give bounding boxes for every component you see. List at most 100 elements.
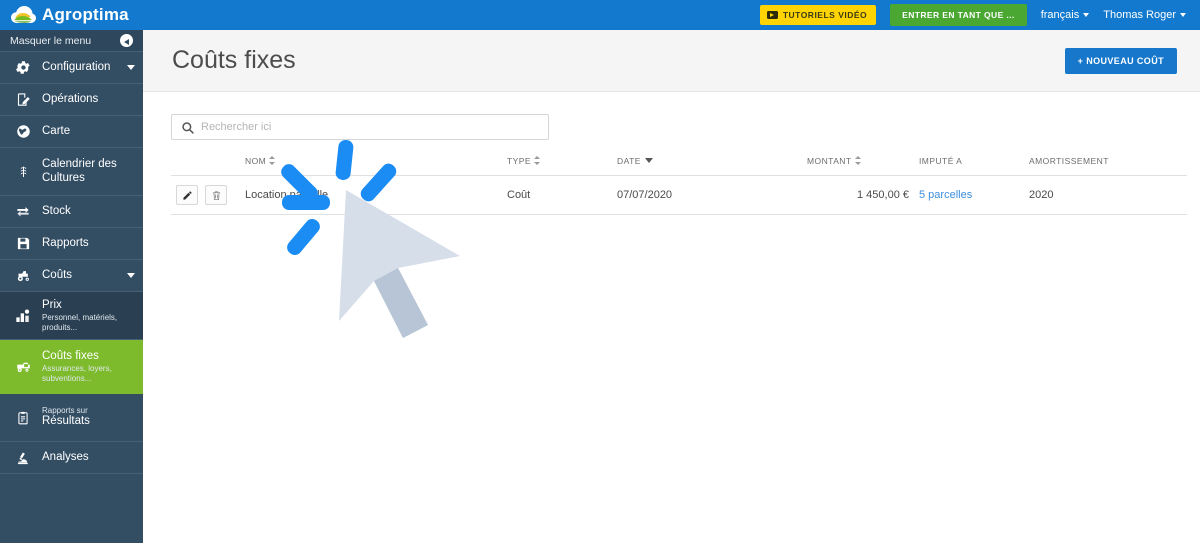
sidebar-item-prix[interactable]: Prix Personnel, matériels, produits... xyxy=(0,292,143,340)
table-header-row: NOM TYPE DATE MONTANT IMPUTÉ A AMORTISSE… xyxy=(171,156,1187,176)
column-type-label: TYPE xyxy=(507,156,532,166)
language-selector[interactable]: français xyxy=(1041,9,1090,21)
user-menu[interactable]: Thomas Roger xyxy=(1103,9,1186,21)
impute-a-link[interactable]: 5 parcelles xyxy=(919,189,972,201)
sidebar-item-text: Coûts xyxy=(42,269,72,282)
transfer-arrows-icon xyxy=(12,204,34,219)
fixed-cost-icon xyxy=(12,359,34,374)
caret-down-icon xyxy=(1180,13,1186,17)
sidebar-item-label: Calendrier des Cultures xyxy=(42,158,117,184)
sort-both-icon xyxy=(854,156,862,165)
sidebar-item-text: Carte xyxy=(42,125,70,138)
document-icon xyxy=(12,410,34,426)
row-actions xyxy=(171,175,245,215)
cell-date: 07/07/2020 xyxy=(617,175,807,215)
gear-icon xyxy=(12,60,34,75)
sidebar-item-label: Configuration xyxy=(42,60,111,73)
sidebar-item-text: Opérations xyxy=(42,93,98,106)
collapse-circle-icon xyxy=(120,34,133,47)
column-date[interactable]: DATE xyxy=(617,156,807,176)
column-nom-label: NOM xyxy=(245,156,267,166)
search-input[interactable] xyxy=(172,115,548,139)
fixed-costs-table: NOM TYPE DATE MONTANT IMPUTÉ A AMORTISSE… xyxy=(171,156,1187,215)
sidebar-item-stock[interactable]: Stock xyxy=(0,196,143,228)
sidebar-item-label: Coûts fixes xyxy=(42,350,99,363)
sidebar-item-couts-fixes[interactable]: Coûts fixes Assurances, loyers, subventi… xyxy=(0,340,143,394)
sidebar-item-sublabel: Personnel, matériels, produits... xyxy=(42,313,118,332)
language-label: français xyxy=(1040,9,1080,21)
sidebar-item-rapports[interactable]: Rapports xyxy=(0,228,143,260)
delete-row-button[interactable] xyxy=(205,185,228,205)
trash-icon xyxy=(211,190,222,201)
sidebar-item-label: Prix xyxy=(42,299,62,312)
edit-row-button[interactable] xyxy=(176,185,198,205)
sidebar-item-text: Stock xyxy=(42,205,71,218)
new-cost-button[interactable]: + NOUVEAU COÛT xyxy=(1064,47,1177,74)
sidebar-item-label: Coûts xyxy=(42,268,73,281)
main-content: Coûts fixes + NOUVEAU COÛT Rechercher ic… xyxy=(143,30,1200,543)
enter-as-button[interactable]: ENTRER EN TANT QUE ... xyxy=(890,4,1027,26)
globe-icon xyxy=(12,124,34,139)
column-amortissement: AMORTISSEMENT xyxy=(1029,156,1187,176)
sidebar-item-configuration[interactable]: Configuration xyxy=(0,52,143,84)
cell-type: Coût xyxy=(507,175,617,215)
hide-menu-label: Masquer le menu xyxy=(10,34,92,47)
column-amortissement-label: AMORTISSEMENT xyxy=(1029,156,1109,166)
column-impute-a: IMPUTÉ A xyxy=(909,156,1029,176)
table-header: NOM TYPE DATE MONTANT IMPUTÉ A AMORTISSE… xyxy=(171,156,1187,176)
sidebar-item-text: Calendrier des Cultures xyxy=(42,158,135,184)
sort-both-icon xyxy=(534,156,541,165)
column-impute-a-label: IMPUTÉ A xyxy=(919,156,963,166)
save-report-icon xyxy=(12,236,34,251)
caret-down-icon xyxy=(1083,13,1090,17)
sidebar-item-label: Analyses xyxy=(42,450,89,463)
column-nom[interactable]: NOM xyxy=(245,156,507,176)
page-title: Coûts fixes xyxy=(172,46,296,74)
sidebar: Masquer le menu Configuration Opérations… xyxy=(0,30,143,543)
sidebar-item-label: Résultats xyxy=(42,415,90,428)
sidebar-item-carte[interactable]: Carte xyxy=(0,116,143,148)
search-box[interactable] xyxy=(171,114,549,140)
sidebar-item-label: Stock xyxy=(42,204,71,217)
microscope-icon xyxy=(12,450,34,466)
sidebar-item-analyses[interactable]: Analyses xyxy=(0,442,143,474)
sidebar-item-text: Analyses xyxy=(42,451,89,464)
enter-as-label: ENTRER EN TANT QUE ... xyxy=(902,10,1015,20)
user-name-label: Thomas Roger xyxy=(1103,9,1176,21)
wheat-icon xyxy=(12,163,34,180)
sidebar-item-label: Rapports xyxy=(42,236,89,249)
cell-impute-a: 5 parcelles xyxy=(909,175,1029,215)
cloud-field-logo-icon xyxy=(10,5,36,25)
column-montant-label: MONTANT xyxy=(807,156,852,166)
cell-montant: 1 450,00 € xyxy=(807,175,909,215)
column-actions xyxy=(171,156,245,176)
content-body: NOM TYPE DATE MONTANT IMPUTÉ A xyxy=(143,92,1200,215)
tractor-icon xyxy=(12,268,34,283)
pencil-icon xyxy=(182,190,193,201)
top-bar-actions: TUTORIELS VIDÉO ENTRER EN TANT QUE ... f… xyxy=(759,4,1200,26)
sidebar-item-operations[interactable]: Opérations xyxy=(0,84,143,116)
price-tag-icon xyxy=(12,308,34,324)
hide-menu-toggle[interactable]: Masquer le menu xyxy=(0,30,143,52)
page-header: Coûts fixes + NOUVEAU COÛT xyxy=(143,30,1200,92)
sidebar-item-couts[interactable]: Coûts xyxy=(0,260,143,292)
column-type[interactable]: TYPE xyxy=(507,156,617,176)
tutorials-video-button[interactable]: TUTORIELS VIDÉO xyxy=(759,5,877,25)
sort-both-icon xyxy=(269,156,276,165)
chevron-down-icon xyxy=(127,65,135,70)
table-body: Location parcelle Coût 07/07/2020 1 450,… xyxy=(171,175,1187,215)
sidebar-item-text: Prix Personnel, matériels, produits... xyxy=(42,299,135,332)
brand[interactable]: Agroptima xyxy=(0,5,143,25)
column-date-label: DATE xyxy=(617,156,641,166)
sidebar-item-text: Configuration xyxy=(42,61,110,74)
new-cost-button-label: + NOUVEAU COÛT xyxy=(1077,55,1164,66)
brand-name: Agroptima xyxy=(42,5,129,24)
table-row: Location parcelle Coût 07/07/2020 1 450,… xyxy=(171,175,1187,215)
cell-amortissement: 2020 xyxy=(1029,175,1187,215)
chevron-down-icon xyxy=(127,273,135,278)
column-montant[interactable]: MONTANT xyxy=(807,156,909,176)
sidebar-item-rapports-sur-resultats[interactable]: Rapports sur Résultats xyxy=(0,394,143,442)
sidebar-item-label: Carte xyxy=(42,124,71,137)
search-icon xyxy=(181,121,195,135)
sidebar-item-calendrier-des-cultures[interactable]: Calendrier des Cultures xyxy=(0,148,143,196)
